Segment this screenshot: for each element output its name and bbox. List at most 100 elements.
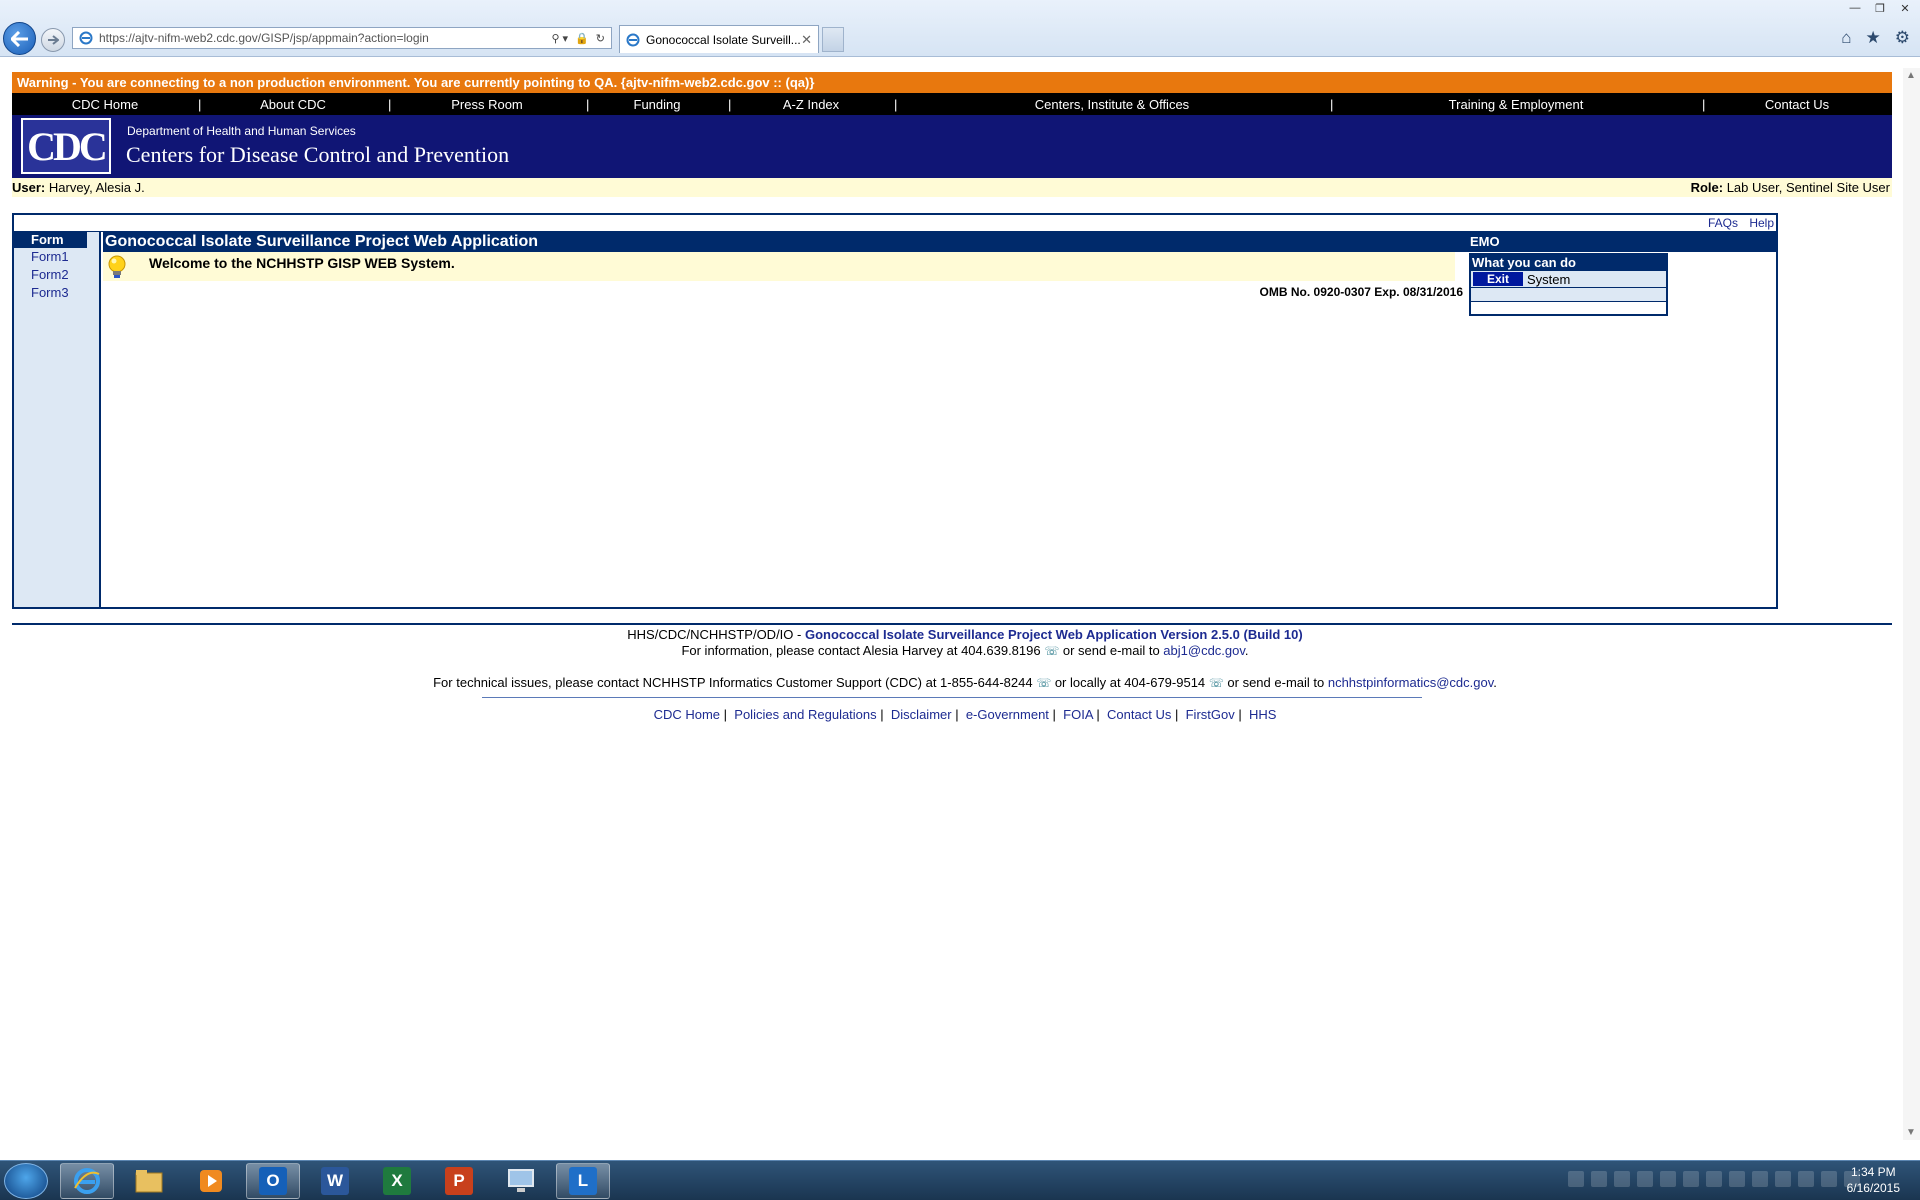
clock-time: 1:34 PM [1850, 1165, 1896, 1179]
footer-link-egovernment[interactable]: e-Government [966, 707, 1049, 722]
back-button[interactable] [3, 22, 36, 55]
refresh-icon[interactable]: ↻ [596, 32, 605, 45]
exit-button[interactable]: Exit [1473, 272, 1523, 286]
contact-email-link[interactable]: abj1@cdc.gov [1163, 643, 1245, 658]
excel-icon: X [383, 1167, 411, 1195]
footer-divider-thin [482, 697, 1422, 698]
taskbar-lync[interactable]: L [556, 1163, 610, 1199]
tab-gisp[interactable]: Gonococcal Isolate Surveill... ✕ [619, 25, 819, 53]
restore-icon[interactable]: ❐ [1869, 0, 1891, 16]
nav-about-cdc[interactable]: About CDC [198, 97, 388, 112]
action-center-icon[interactable] [1798, 1171, 1814, 1187]
nav-press-room[interactable]: Press Room [388, 97, 586, 112]
user-info: User: Harvey, Alesia J. [12, 178, 145, 197]
footer-link-foia[interactable]: FOIA [1063, 707, 1093, 722]
phone-icon[interactable]: ☏ [1036, 676, 1051, 690]
omb-number: OMB No. 0920-0307 Exp. 08/31/2016 [1259, 285, 1463, 299]
system-clock[interactable]: 1:34 PM 6/16/2015 [1847, 1164, 1900, 1196]
app-help-bar: FAQs Help [14, 215, 1776, 232]
tray-icon[interactable] [1591, 1171, 1607, 1187]
sidebar-item-form2[interactable]: Form2 [14, 266, 99, 284]
phone-icon[interactable]: ☏ [1044, 644, 1059, 658]
clock-date: 6/16/2015 [1846, 1181, 1900, 1195]
scroll-down-icon[interactable]: ▼ [1906, 1127, 1916, 1138]
network-icon[interactable] [1821, 1171, 1837, 1187]
home-icon[interactable]: ⌂ [1841, 28, 1851, 48]
close-window-icon[interactable]: ✕ [1894, 0, 1916, 16]
lock-icon[interactable] [1706, 1171, 1722, 1187]
nav-training-employment[interactable]: Training & Employment [1330, 97, 1702, 112]
taskbar-outlook[interactable]: O [246, 1163, 300, 1199]
footer-link-cdc-home[interactable]: CDC Home [654, 707, 720, 722]
taskbar-internet-explorer[interactable] [60, 1163, 114, 1199]
help-link[interactable]: Help [1749, 216, 1774, 230]
tray-icon[interactable] [1775, 1171, 1791, 1187]
lock-icon[interactable]: 🔒 [575, 32, 589, 45]
settings-gear-icon[interactable]: ⚙ [1895, 28, 1910, 48]
tab-title: Gonococcal Isolate Surveill... [646, 32, 801, 47]
sidebar-item-form3[interactable]: Form3 [14, 284, 99, 302]
faqs-link[interactable]: FAQs [1708, 216, 1738, 230]
address-bar[interactable]: https://ajtv-nifm-web2.cdc.gov/GISP/jsp/… [72, 27, 612, 49]
nav-contact-us[interactable]: Contact Us [1702, 97, 1892, 112]
footer-support-text: For technical issues, please contact NCH… [433, 675, 1033, 690]
taskbar-word[interactable]: W [308, 1163, 362, 1199]
minimize-icon[interactable]: — [1844, 0, 1866, 16]
welcome-message-row: Welcome to the NCHHSTP GISP WEB System. [103, 252, 1455, 281]
back-arrow-icon [10, 30, 28, 47]
nav-az-index[interactable]: A-Z Index [728, 97, 894, 112]
windows-taskbar: O W X P L 1:34 PM 6/16/2015 [0, 1160, 1920, 1200]
tray-icon[interactable] [1660, 1171, 1676, 1187]
what-you-can-do-heading: What you can do [1471, 255, 1666, 271]
nav-centers-institute-offices[interactable]: Centers, Institute & Offices [894, 97, 1330, 112]
footer-link-firstgov[interactable]: FirstGov [1186, 707, 1235, 722]
taskbar-remote-desktop[interactable] [494, 1163, 548, 1199]
hhs-department: Department of Health and Human Services [127, 124, 356, 138]
phone-icon[interactable]: ☏ [1209, 676, 1224, 690]
tray-icon[interactable] [1683, 1171, 1699, 1187]
search-dropdown-icon[interactable]: ⚲ ▾ [551, 32, 568, 45]
ie-page-icon [79, 31, 93, 45]
taskbar-media-player[interactable] [184, 1163, 238, 1199]
taskbar-file-explorer[interactable] [122, 1163, 176, 1199]
tray-icon[interactable] [1729, 1171, 1745, 1187]
support-email-link[interactable]: nchhstpinformatics@cdc.gov [1328, 675, 1493, 690]
footer-org: HHS/CDC/NCHHSTP/OD/IO - [627, 627, 805, 642]
footer-email-prefix: or send e-mail to [1223, 675, 1328, 690]
bluetooth-icon[interactable] [1637, 1171, 1653, 1187]
new-tab-button[interactable] [822, 27, 844, 52]
nav-funding[interactable]: Funding [586, 97, 728, 112]
form-sidebar: Form Form1 Form2 Form3 [14, 232, 101, 607]
footer-divider [12, 623, 1892, 625]
sidebar-heading: Form [14, 232, 87, 248]
footer-link-contact-us[interactable]: Contact Us [1107, 707, 1171, 722]
cdc-logo[interactable]: CDC [21, 118, 111, 174]
taskbar-excel[interactable]: X [370, 1163, 424, 1199]
footer-link-separator: | [1052, 707, 1056, 722]
url-text[interactable]: https://ajtv-nifm-web2.cdc.gov/GISP/jsp/… [99, 31, 551, 45]
tray-icon[interactable] [1614, 1171, 1630, 1187]
user-label: User: [12, 180, 46, 195]
sidebar-item-form1[interactable]: Form1 [14, 248, 99, 266]
tab-close-icon[interactable]: ✕ [801, 32, 812, 48]
tray-icon[interactable] [1752, 1171, 1768, 1187]
footer-link-separator: | [1174, 707, 1179, 722]
footer-local-phone: or locally at 404-679-9514 [1051, 675, 1206, 690]
nav-cdc-home[interactable]: CDC Home [12, 97, 198, 112]
lync-icon: L [569, 1167, 597, 1195]
footer-link-policies[interactable]: Policies and Regulations [734, 707, 876, 722]
exit-system-row: Exit System [1471, 271, 1666, 288]
scroll-up-icon[interactable]: ▲ [1906, 70, 1916, 81]
forward-button[interactable] [41, 28, 65, 52]
start-button[interactable] [4, 1163, 48, 1199]
favorites-star-icon[interactable]: ★ [1866, 28, 1881, 48]
taskbar-powerpoint[interactable]: P [432, 1163, 486, 1199]
cdc-banner: CDC Department of Health and Human Servi… [12, 115, 1892, 178]
footer-contact-text: For information, please contact Alesia H… [681, 643, 1041, 658]
page-scrollbar[interactable]: ▲ ▼ [1903, 68, 1920, 1140]
remote-desktop-icon [508, 1169, 534, 1192]
footer-link-disclaimer[interactable]: Disclaimer [891, 707, 952, 722]
role-value: Lab User, Sentinel Site User [1726, 180, 1890, 195]
tray-icon[interactable] [1568, 1171, 1584, 1187]
footer-link-hhs[interactable]: HHS [1249, 707, 1276, 722]
